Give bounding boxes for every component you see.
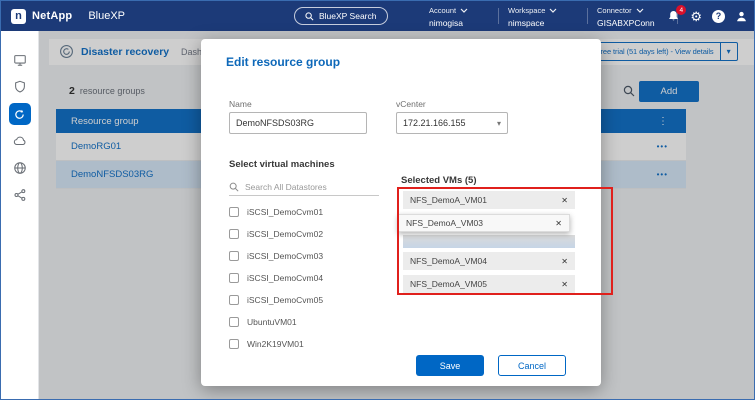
vm-option-label: UbuntuVM01 [247, 317, 297, 327]
selected-vm-chip[interactable]: NFS_DemoA_VM03 ✕ [398, 214, 570, 232]
vm-option[interactable]: Win2K19VM01 [229, 333, 379, 355]
divider [498, 8, 499, 24]
remove-vm-icon[interactable]: ✕ [555, 196, 568, 205]
selected-vm-name: NFS_DemoA_VM05 [410, 279, 487, 289]
selected-vm-list: NFS_DemoA_VM01✕NFS_DemoA_VM03✕NFS_DemoA_… [403, 191, 575, 298]
share-icon [13, 188, 27, 202]
chevron-down-icon [549, 8, 557, 13]
canvas-icon [13, 53, 27, 67]
vm-option-label: iSCSI_DemoCvm04 [247, 273, 323, 283]
account-menu[interactable]: Account nimogisa [429, 6, 468, 28]
cloud-icon [13, 134, 27, 148]
caret-down-icon: ▾ [497, 119, 501, 128]
datastore-search-input[interactable] [245, 182, 365, 192]
connector-value: GISABXPConn [597, 18, 655, 28]
sidebar-item-explore[interactable] [9, 157, 31, 179]
topbar: n NetApp BlueXP BlueXP Search Account ni… [1, 1, 754, 31]
vm-checkbox[interactable] [229, 207, 239, 217]
selected-vms-label: Selected VMs (5) [401, 175, 477, 186]
logo-letter: n [15, 10, 22, 22]
left-sidebar [1, 31, 39, 399]
vcenter-select[interactable]: 172.21.166.155 ▾ [396, 112, 508, 134]
vm-option-label: iSCSI_DemoCvm03 [247, 251, 323, 261]
vm-checkbox[interactable] [229, 273, 239, 283]
save-button[interactable]: Save [416, 355, 484, 376]
vm-option-label: iSCSI_DemoCvm05 [247, 295, 323, 305]
vm-checkbox[interactable] [229, 339, 239, 349]
vm-option-label: iSCSI_DemoCvm01 [247, 207, 323, 217]
netapp-logo-icon: n [11, 9, 26, 24]
brand-bluexp: BlueXP [88, 10, 125, 22]
vm-option[interactable]: iSCSI_DemoCvm02 [229, 223, 379, 245]
user-avatar-icon[interactable] [735, 10, 748, 23]
selected-vm-chip[interactable]: NFS_DemoA_VM05 ✕ [403, 275, 575, 293]
vm-checkbox[interactable] [229, 229, 239, 239]
account-label: Account [429, 6, 456, 15]
workspace-label: Workspace [508, 6, 545, 15]
vm-option[interactable]: iSCSI_DemoCvm04 [229, 267, 379, 289]
chevron-down-icon [636, 8, 644, 13]
vm-option[interactable]: iSCSI_DemoCvm01 [229, 201, 379, 223]
remove-vm-icon[interactable]: ✕ [549, 219, 562, 228]
datastore-search [229, 179, 379, 196]
disaster-recovery-icon [13, 108, 26, 121]
workspace-value: nimspace [508, 18, 557, 28]
vcenter-value: 172.21.166.155 [403, 118, 466, 128]
vm-option-label: Win2K19VM01 [247, 339, 304, 349]
vm-option[interactable]: iSCSI_DemoCvm05 [229, 289, 379, 311]
vm-checkbox[interactable] [229, 317, 239, 327]
edit-resource-group-modal: Edit resource group Name vCenter 172.21.… [201, 39, 601, 386]
remove-vm-icon[interactable]: ✕ [555, 280, 568, 289]
connector-menu[interactable]: Connector GISABXPConn [597, 6, 655, 28]
shield-icon [13, 80, 27, 94]
search-icon [305, 12, 314, 21]
modal-title: Edit resource group [226, 55, 340, 69]
sidebar-item-disaster-recovery[interactable] [9, 103, 31, 125]
search-icon [229, 182, 239, 192]
vm-option-label: iSCSI_DemoCvm02 [247, 229, 323, 239]
name-label: Name [229, 99, 252, 109]
vm-option[interactable]: iSCSI_DemoCvm03 [229, 245, 379, 267]
vm-checkbox[interactable] [229, 295, 239, 305]
connector-label: Connector [597, 6, 632, 15]
vm-checkbox-list: iSCSI_DemoCvm01 iSCSI_DemoCvm02 iSCSI_Demo… [229, 201, 379, 355]
brand-netapp: NetApp [32, 10, 72, 22]
divider [587, 8, 588, 24]
chevron-down-icon [460, 8, 468, 13]
notifications-bell-icon[interactable]: 4 [667, 9, 680, 23]
name-field[interactable] [229, 112, 367, 134]
sidebar-item-cloud-backup[interactable] [9, 130, 31, 152]
globe-icon [13, 161, 27, 175]
topbar-actions: 4 ⚙ ? [667, 1, 748, 31]
workspace-menu[interactable]: Workspace nimspace [508, 6, 557, 28]
sidebar-item-canvas[interactable] [9, 49, 31, 71]
account-value: nimogisa [429, 18, 468, 28]
vm-checkbox[interactable] [229, 251, 239, 261]
sidebar-item-protection[interactable] [9, 76, 31, 98]
vcenter-label: vCenter [396, 99, 426, 109]
drop-placeholder [403, 235, 575, 248]
select-vms-label: Select virtual machines [229, 159, 335, 170]
selected-vm-name: NFS_DemoA_VM04 [410, 256, 487, 266]
selected-vm-name: NFS_DemoA_VM01 [410, 195, 487, 205]
notification-badge: 4 [676, 5, 686, 15]
sidebar-item-share[interactable] [9, 184, 31, 206]
cancel-button[interactable]: Cancel [498, 355, 566, 376]
settings-gear-icon[interactable]: ⚙ [690, 10, 702, 23]
brand: n NetApp BlueXP [11, 1, 125, 31]
selected-vm-chip[interactable]: NFS_DemoA_VM01 ✕ [403, 191, 575, 209]
help-icon[interactable]: ? [712, 10, 725, 23]
bluexp-search-button[interactable]: BlueXP Search [294, 7, 388, 25]
remove-vm-icon[interactable]: ✕ [555, 257, 568, 266]
bluexp-app: n NetApp BlueXP BlueXP Search Account ni… [0, 0, 755, 400]
selected-vm-chip[interactable]: NFS_DemoA_VM04 ✕ [403, 252, 575, 270]
search-label: BlueXP Search [319, 11, 377, 21]
selected-vm-name: NFS_DemoA_VM03 [406, 218, 483, 228]
vm-option[interactable]: UbuntuVM01 [229, 311, 379, 333]
